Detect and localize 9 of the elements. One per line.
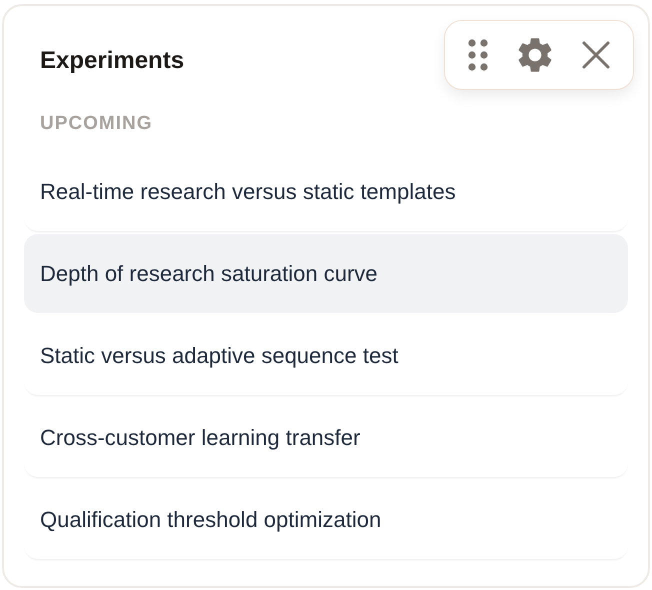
experiment-item[interactable]: Cross-customer learning transfer xyxy=(24,398,628,477)
close-icon[interactable] xyxy=(580,40,611,70)
drag-handle-icon[interactable] xyxy=(467,38,490,72)
section-heading: UPCOMING xyxy=(40,112,154,136)
panel-title: Experiments xyxy=(40,46,184,76)
experiment-item[interactable]: Depth of research saturation curve xyxy=(24,234,628,313)
experiment-item[interactable]: Static versus adaptive sequence test xyxy=(24,316,628,395)
experiment-item[interactable]: Qualification threshold optimization xyxy=(24,480,628,559)
experiment-item[interactable]: Real-time research versus static templates xyxy=(24,152,628,231)
